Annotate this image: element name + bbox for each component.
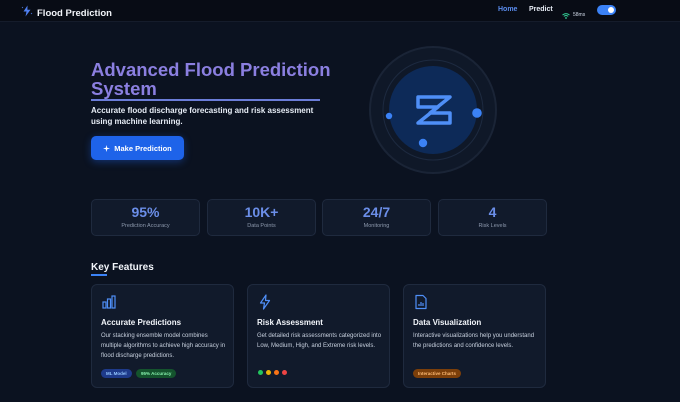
bar-chart-icon [101, 294, 117, 315]
orbit-dot [472, 108, 482, 118]
risk-dot-high [274, 370, 279, 375]
wifi-icon [562, 6, 570, 24]
feature-title: Accurate Predictions [101, 318, 182, 327]
hero-title: Advanced Flood Prediction System [91, 59, 331, 99]
lightning-icon [257, 294, 273, 315]
stat-label: Prediction Accuracy [121, 223, 170, 229]
lightning-icon [21, 4, 33, 22]
sparkle-icon [103, 139, 111, 157]
stat-label: Risk Levels [478, 223, 507, 229]
document-chart-icon [413, 294, 429, 315]
risk-dot-extreme [282, 370, 287, 375]
section-title-underline [91, 274, 107, 276]
feature-description: Our stacking ensemble model combines mul… [101, 333, 226, 359]
tag-interactive-charts: Interactive Charts [413, 369, 462, 378]
connection-status: 58ms [562, 6, 585, 24]
feature-title: Risk Assessment [257, 318, 323, 327]
stat-value: 10K+ [244, 204, 279, 220]
feature-card-accurate-predictions: Accurate Predictions Our stacking ensemb… [91, 284, 234, 388]
feature-card-risk-assessment: Risk Assessment Get detailed risk assess… [247, 284, 390, 388]
stat-label: Data Points [247, 223, 276, 229]
tag-accuracy: 95% Accuracy [136, 369, 177, 378]
brand[interactable]: Flood Prediction [21, 4, 112, 22]
stat-card-data-points: 10K+ Data Points [207, 199, 316, 236]
stat-label: Monitoring [363, 223, 390, 229]
toggle-knob [608, 7, 614, 13]
nav-link-predict[interactable]: Predict [529, 6, 553, 13]
nav-link-home[interactable]: Home [498, 6, 517, 13]
stat-value: 95% [131, 204, 160, 220]
feature-description: Get detailed risk assessments categorize… [257, 333, 382, 349]
stat-value: 4 [488, 204, 497, 220]
navbar: Flood Prediction Home Predict 58ms [0, 0, 680, 22]
section-title-key-features: Key Features [91, 262, 154, 273]
theme-toggle[interactable] [597, 5, 616, 15]
stat-card-accuracy: 95% Prediction Accuracy [91, 199, 200, 236]
feature-title: Data Visualization [413, 318, 482, 327]
feature-card-data-visualization: Data Visualization Interactive visualiza… [403, 284, 546, 388]
stat-card-monitoring: 24/7 Monitoring [322, 199, 431, 236]
hero-title-underline [91, 99, 320, 101]
hero-subtitle: Accurate flood discharge forecasting and… [91, 106, 314, 126]
orbit-dot [418, 138, 428, 148]
make-prediction-button[interactable]: Make Prediction [91, 136, 184, 160]
make-prediction-label: Make Prediction [114, 143, 172, 153]
risk-dot-medium [266, 370, 271, 375]
stat-card-risk-levels: 4 Risk Levels [438, 199, 547, 236]
hero-graphic [368, 45, 498, 175]
orbit-dot [385, 112, 393, 120]
feature-description: Interactive visualizations help you unde… [413, 333, 535, 349]
brand-name: Flood Prediction [37, 7, 112, 19]
ping-value: 58ms [573, 12, 586, 18]
risk-dot-low [258, 370, 263, 375]
tag-ml-model: ML Model [101, 369, 132, 378]
stat-value: 24/7 [362, 204, 391, 220]
